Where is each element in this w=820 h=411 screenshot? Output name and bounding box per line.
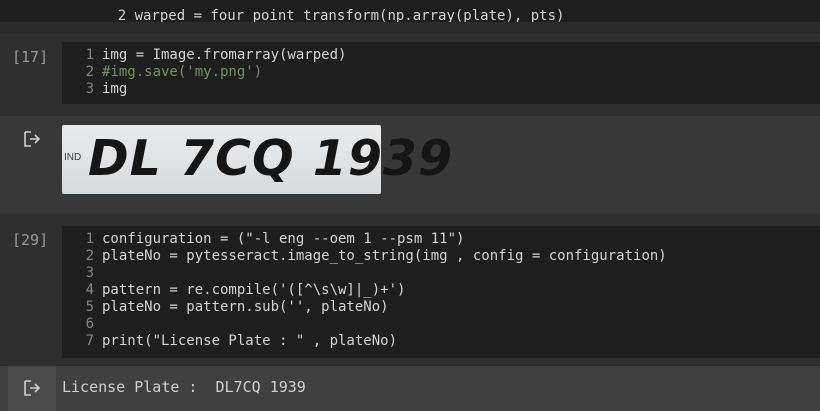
code-line-text: print("License Plate : " , plateNo) — [102, 333, 398, 349]
plate-text: DL 7CQ 1939 — [88, 130, 454, 187]
code-line-text: pattern = re.compile('([^\s\w]|_)+') — [102, 282, 406, 298]
code-line-text: plateNo = pytesseract.image_to_string(im… — [102, 248, 667, 264]
code-line: 2 plateNo = pytesseract.image_to_string(i… — [85, 248, 667, 264]
output-text: License Plate : DL7CQ 1939 — [62, 378, 306, 396]
code-line: 3 img — [85, 81, 128, 97]
code-editor[interactable]: 1 img = Image.fromarray(warped) 2 #img.sav… — [62, 42, 820, 104]
code-cell-previous[interactable]: 2 warped = four_point_transform(np.array… — [0, 0, 820, 24]
execution-count: [17] — [12, 48, 49, 66]
code-line-text: plateNo = pattern.sub('', plateNo) — [102, 299, 389, 315]
license-plate-image: IND DL 7CQ 1939 — [62, 125, 452, 194]
output-arrow-icon[interactable] — [22, 378, 42, 398]
code-line-text: #img.save('my.png') — [102, 64, 263, 80]
code-line-text: configuration = ("-l eng --oem 1 --psm 1… — [102, 231, 465, 247]
code-line: 1 configuration = ("-l eng --oem 1 --psm … — [85, 231, 465, 247]
code-line-text: img — [102, 81, 128, 97]
code-line-text: img = Image.fromarray(warped) — [102, 47, 347, 63]
code-line: 7 print("License Plate : " , plateNo) — [85, 333, 398, 349]
code-line: 6 — [85, 316, 94, 332]
code-line: 3 — [85, 265, 94, 281]
code-line: 2 warped = four_point_transform(np.array… — [84, 0, 565, 24]
execution-count: [29] — [12, 231, 49, 249]
cell-divider — [0, 22, 820, 34]
output-arrow-icon[interactable] — [22, 129, 42, 149]
code-editor[interactable]: 1 configuration = ("-l eng --oem 1 --psm … — [62, 226, 820, 358]
code-line: 1 img = Image.fromarray(warped) — [85, 47, 347, 63]
code-line: 4 pattern = re.compile('([^\s\w]|_)+') — [85, 282, 406, 298]
code-line: 5 plateNo = pattern.sub('', plateNo) — [85, 299, 389, 315]
plate-prefix: IND — [64, 152, 82, 163]
code-line: 2 #img.save('my.png') — [85, 64, 263, 80]
